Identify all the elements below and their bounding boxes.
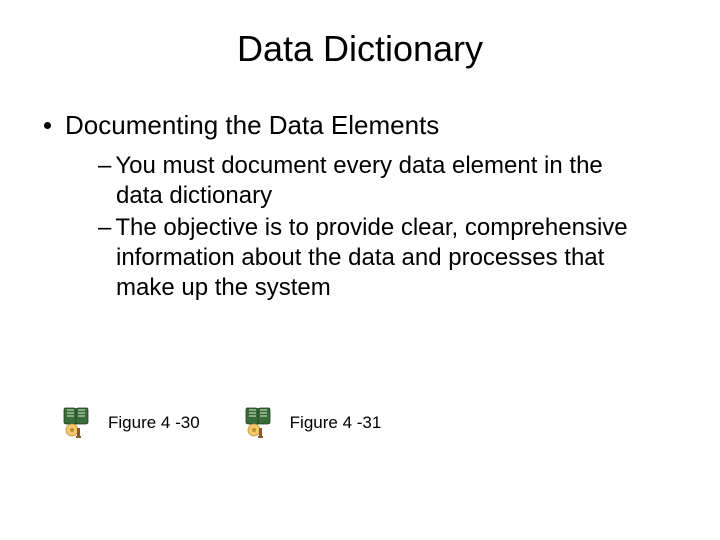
bullet-level2-text: You must document every data element in … [115, 152, 602, 209]
bullet-level1: Documenting the Data Elements [44, 110, 680, 141]
book-icon [62, 406, 90, 440]
dash-icon: – [98, 152, 111, 179]
bullet-level2: –You must document every data element in… [98, 151, 650, 211]
slide-title: Data Dictionary [40, 28, 680, 70]
book-icon [244, 406, 272, 440]
figure-label: Figure 4 -31 [290, 413, 382, 433]
bullet-level1-text: Documenting the Data Elements [65, 110, 439, 141]
bullet-level2: –The objective is to provide clear, comp… [98, 213, 650, 303]
dash-icon: – [98, 214, 111, 241]
bullet-level2-text: The objective is to provide clear, compr… [115, 214, 627, 301]
slide: Data Dictionary Documenting the Data Ele… [0, 0, 720, 303]
figure-row: Figure 4 -30 Figure 4 -31 [62, 406, 407, 440]
sublist: –You must document every data element in… [98, 151, 650, 303]
figure-label: Figure 4 -30 [108, 413, 200, 433]
bullet-dot-icon [44, 122, 51, 129]
